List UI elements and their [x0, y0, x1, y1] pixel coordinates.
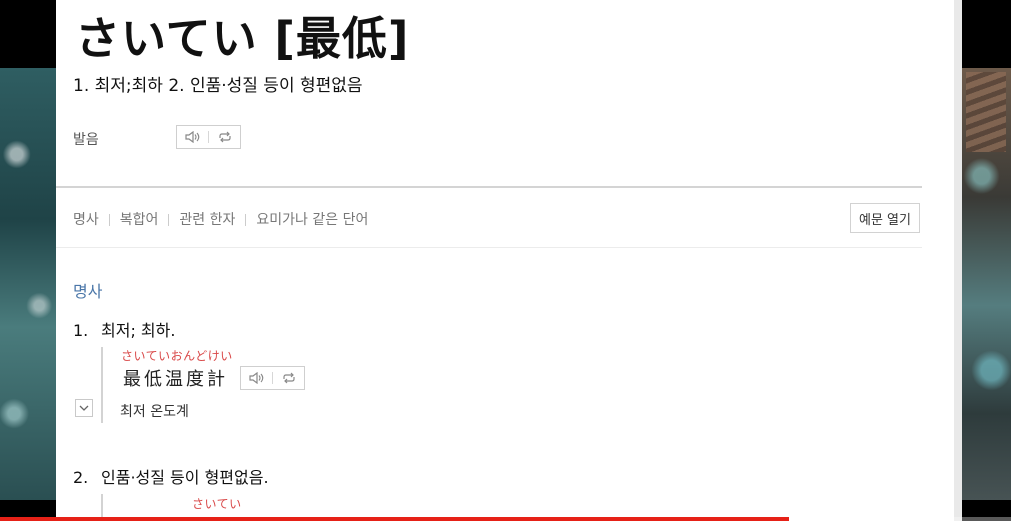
sense-number: 1. [73, 321, 89, 340]
video-progress-fill [0, 517, 789, 521]
section-tabs: 명사 복합어 관련 한자 요미가나 같은 단어 [73, 209, 368, 229]
tab-separator [168, 214, 170, 226]
pronunciation-controls [176, 125, 241, 149]
example-meaning: 최저 온도계 [120, 404, 189, 420]
entry-summary: 1. 최저;최하 2. 인품·성질 등이 형편없음 [73, 76, 363, 96]
section-divider [56, 186, 922, 188]
repeat-icon[interactable] [209, 126, 240, 148]
scrollbar-track[interactable] [954, 0, 962, 521]
dictionary-page: さいてい [最低] 1. 최저;최하 2. 인품·성질 등이 형편없음 발음 명… [56, 0, 954, 521]
repeat-icon[interactable] [273, 367, 304, 389]
expand-example-button[interactable] [75, 399, 93, 417]
sense-text: 인품·성질 등이 형편없음. [101, 468, 269, 487]
video-progress-bar[interactable] [0, 517, 1011, 521]
example-furigana: さいていおんどけい [121, 349, 233, 363]
sense-1: 1. 최저; 최하. [73, 317, 175, 341]
tab-separator [108, 214, 110, 226]
tab-noun[interactable]: 명사 [73, 209, 99, 229]
tab-same-reading[interactable]: 요미가나 같은 단어 [256, 209, 368, 229]
background-image-left [0, 68, 56, 500]
sense-text: 최저; 최하. [101, 321, 176, 340]
example-audio-controls [240, 366, 305, 390]
example-kanji: 最低温度計 [123, 369, 228, 390]
example-bar [101, 347, 103, 423]
headword: さいてい [最低] [75, 12, 410, 65]
sense-number: 2. [73, 468, 89, 487]
speaker-icon[interactable] [241, 367, 272, 389]
sense-2: 2. 인품·성질 등이 형편없음. [73, 464, 269, 488]
pronunciation-label: 발음 [73, 132, 99, 148]
part-of-speech: 명사 [73, 282, 103, 301]
tab-separator [245, 214, 247, 226]
example-furigana: さいてい [192, 497, 242, 511]
background-stairs [966, 72, 1006, 152]
tab-compound[interactable]: 복합어 [120, 209, 159, 229]
chevron-down-icon [79, 405, 89, 411]
speaker-icon[interactable] [177, 126, 208, 148]
tab-related-kanji[interactable]: 관련 한자 [179, 209, 235, 229]
open-examples-button[interactable]: 예문 열기 [850, 203, 920, 233]
background-image-right [962, 68, 1011, 500]
tabs-divider [56, 247, 922, 248]
